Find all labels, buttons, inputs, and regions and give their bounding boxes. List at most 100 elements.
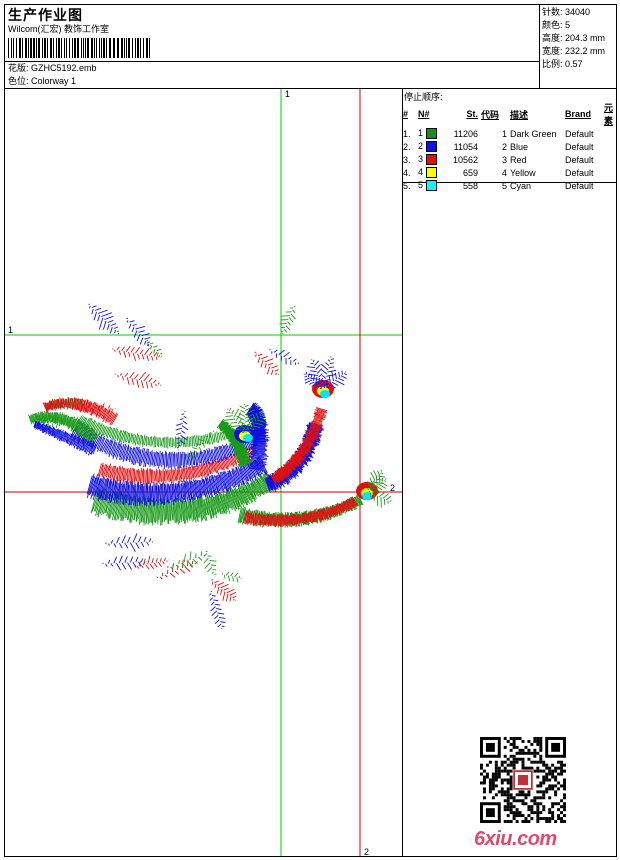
thread-row: 4. 4 659 4 Yellow Default [403,166,620,179]
feather-stitch [126,317,152,347]
thread-description: Cyan [510,180,532,191]
thread-needle: 2 [418,140,450,153]
col-description: 描述 [510,109,529,120]
col-index: # [403,109,409,119]
thread-description: Yellow [510,167,536,178]
company-rule [4,61,539,62]
thread-row: 2. 2 11054 2 Blue Default [403,140,620,153]
barcode [8,38,150,58]
feather-stitch [115,371,162,389]
thread-brand: Default [565,180,594,191]
design-panel-divider [402,88,403,857]
feather-stitch [254,351,280,376]
embroidery-preview: 1 1 2 2 [5,89,402,856]
eye-cyan [320,390,330,398]
thread-brand: Default [565,128,594,139]
thread-color-swatch [425,180,437,192]
spec-stitches-value: 34040 [565,7,591,17]
thread-description: Red [510,154,527,165]
phoenix-embroidery [28,303,392,631]
thread-color-swatch [425,128,437,140]
thread-needle: 4 [418,166,450,179]
thread-index: 1. [403,128,411,139]
thread-code: 1 [501,128,507,139]
page-title: 生产作业图 [8,7,83,23]
qr-code [480,737,566,823]
thread-needle-number: 5 [418,179,424,190]
col-brand: Brand [565,109,592,119]
thread-brand: Default [565,141,594,152]
spec-scale-label: 比例: [542,59,563,69]
design-specs: 针数: 34040 颜色: 5 高度: 204.3 mm 宽度: 232.2 m… [542,6,605,71]
thread-stitches: 10562 [452,154,478,165]
thread-needle-number: 1 [418,127,424,138]
red-vertical-guide-label: 2 [364,847,370,856]
thread-stitches: 558 [462,180,478,191]
thread-color-swatch [425,154,437,166]
red-horizontal-guide-label: 2 [390,483,396,493]
thread-code: 2 [501,141,507,152]
thread-needle: 5 [418,179,450,192]
thread-index: 2. [403,141,411,152]
thread-element [604,127,620,140]
col-stitches: St. [466,109,478,119]
spec-scale-value: 0.57 [565,59,583,69]
stitch-band [269,407,328,485]
colorway-label: 色位: [8,76,29,86]
col-element: 元素 [604,103,614,126]
thread-table-header: # N# St. 代码 描述 Brand 元素 [403,101,620,127]
design-file-label: 花版: [8,63,29,73]
thread-element [604,153,620,166]
design-file-row: 花版: GZHC5192.emb [8,63,97,74]
header-divider [539,4,540,89]
spec-width-value: 232.2 mm [565,46,606,56]
thread-index: 4. [403,167,411,178]
thread-description: Blue [510,141,529,152]
feather-stitch [221,571,242,583]
green-vertical-guide-label: 1 [285,89,291,99]
thread-element [604,166,620,179]
feather-stitch [102,555,148,571]
company-name: Wilcom(汇宏) 教饰工作室 [8,24,109,34]
thread-code: 4 [501,167,507,178]
spec-width: 宽度: 232.2 mm [542,45,605,58]
spec-height: 高度: 204.3 mm [542,32,605,45]
feather-stitch [209,590,226,631]
spec-colors: 颜色: 5 [542,19,605,32]
feather-stitch [105,533,156,552]
embroidery-canvas [5,89,402,856]
thread-stitches: 11054 [453,141,478,152]
thread-needle-number: 3 [418,153,424,164]
thread-code: 5 [501,180,507,191]
thread-index: 5. [403,180,411,191]
feather-stitch [279,305,296,335]
thread-element [604,140,620,153]
thread-needle-number: 4 [418,166,424,177]
feather-stitch [203,550,217,577]
spec-stitches: 针数: 34040 [542,6,605,19]
thread-row: 1. 1 11206 1 Dark Green Default [403,127,620,140]
spec-colors-value: 5 [565,20,571,30]
thread-color-swatch [425,167,437,179]
thread-color-swatch [425,141,437,153]
spec-stitches-label: 针数: [542,7,563,17]
spec-height-value: 204.3 mm [565,33,606,43]
thread-row: 5. 5 558 5 Cyan Default [403,179,620,192]
thread-needle: 1 [418,127,450,140]
thread-row: 3. 3 10562 3 Red Default [403,153,620,166]
green-horizontal-guide-label: 1 [8,325,14,335]
feather-stitch [175,411,189,451]
spec-scale: 比例: 0.57 [542,58,605,71]
watermark: 6xiu.com [474,828,557,850]
feather-stitch [88,303,120,335]
thread-needle-number: 2 [418,140,424,151]
col-code: 代码 [481,109,500,120]
design-file-name: GZHC5192.emb [31,63,97,73]
thread-element [604,179,620,192]
spec-height-label: 高度: [542,33,563,43]
spec-width-label: 宽度: [542,46,563,56]
thread-table: # N# St. 代码 描述 Brand 元素 1. 1 11206 1 Dark G… [403,101,620,192]
colorway-name: Colorway 1 [31,76,77,86]
thread-index: 3. [403,154,411,165]
col-needle: N# [418,109,430,119]
